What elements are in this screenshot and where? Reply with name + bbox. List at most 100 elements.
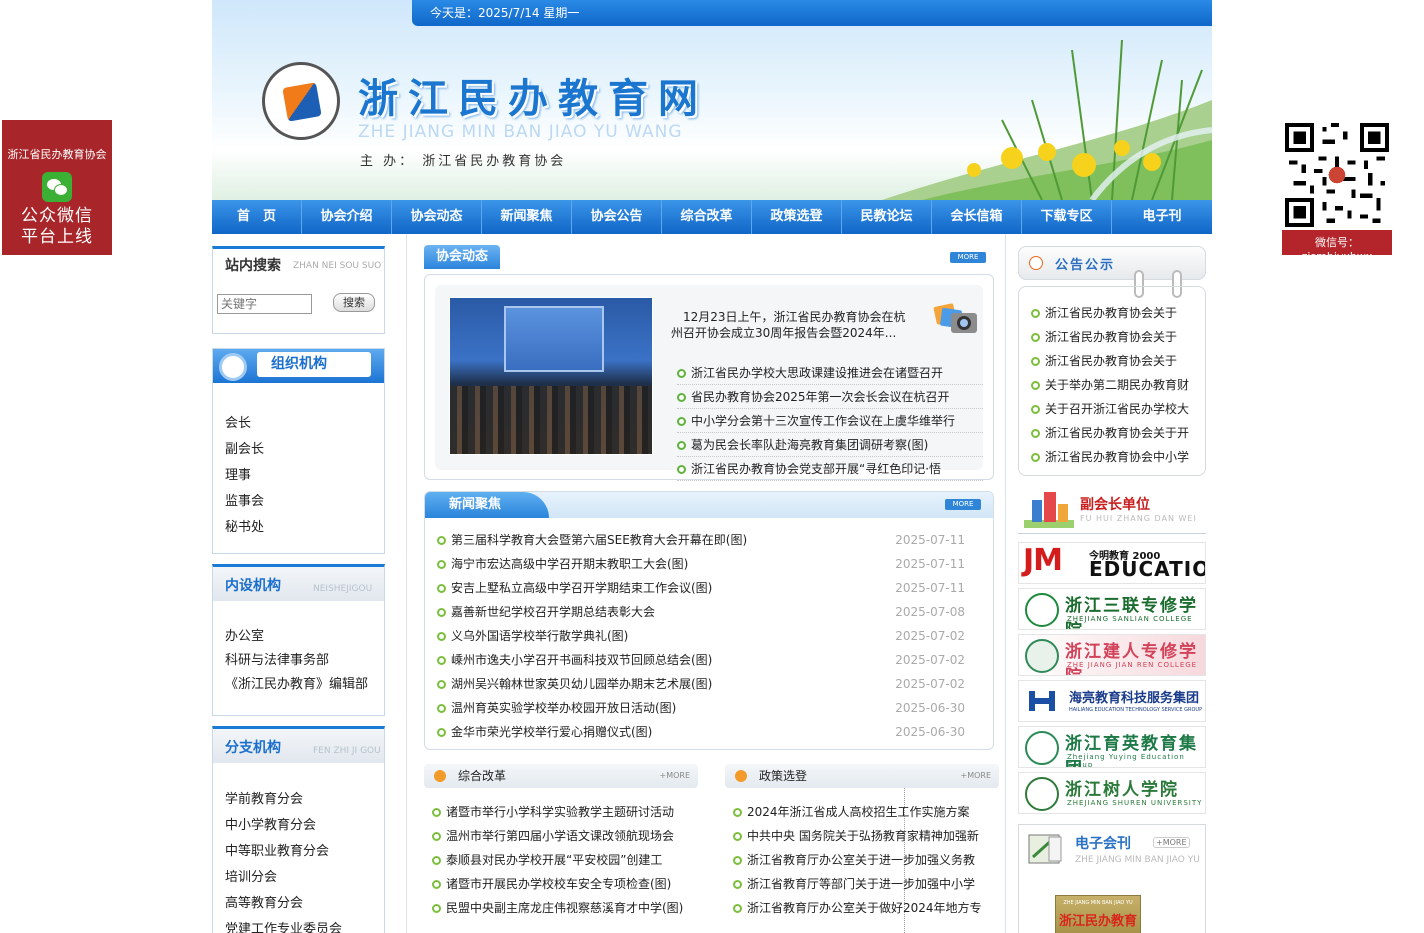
assoc-news-list: 浙江省民办学校大思政课建设推进会在诸暨召开 省民办教育协会2025年第一次会长会… [677, 361, 983, 481]
partner-logo-hailiang[interactable]: 海亮教育科技服务集团 HAILIANG EDUCATION TECHNOLOGY… [1018, 680, 1206, 722]
list-item[interactable]: 省民办教育协会2025年第一次会长会议在杭召开 [677, 385, 983, 409]
nav-announcements[interactable]: 协会公告 [572, 200, 662, 234]
assoc-news-headline[interactable]: 12月23日上午，浙江省民办教育协会在杭州召开协会成立30周年报告会暨2024年… [671, 309, 911, 341]
nav-reform[interactable]: 综合改革 [662, 200, 752, 234]
reform-list: 诸暨市举行小学科学实验教学主题研讨活动 温州市举行第四届小学语文课改领航现场会 … [424, 800, 698, 920]
nav-downloads[interactable]: 下载专区 [1022, 200, 1112, 234]
dept-item[interactable]: 《浙江民办教育》编辑部 [225, 673, 384, 697]
list-item[interactable]: 泰顺县对民办学校开展“平安校园”创建工 [432, 848, 698, 872]
nav-home[interactable]: 首 页 [212, 200, 302, 234]
policy-more-link[interactable]: +MORE [960, 764, 991, 788]
list-item[interactable]: 浙江省民办教育协会关于开 [1031, 421, 1205, 445]
assoc-news-more-button[interactable]: MORE [950, 252, 986, 263]
branch-item[interactable]: 党建工作专业委员会 [225, 917, 384, 933]
list-item[interactable]: 浙江省民办教育协会中小学 [1031, 445, 1205, 469]
list-item[interactable]: 葛为民会长率队赴海亮教育集团调研考察(图) [677, 433, 983, 457]
nav-news-focus[interactable]: 新闻聚焦 [482, 200, 572, 234]
hailiang-logo-icon [1029, 691, 1055, 711]
hailiang-sub: HAILIANG EDUCATION TECHNOLOGY SERVICE GR… [1069, 707, 1203, 713]
list-item[interactable]: 浙江省民办教育协会党支部开展“寻红色印记·悟 [677, 457, 983, 481]
list-item[interactable]: 关于召开浙江省民办学校大 [1031, 397, 1205, 421]
news-row[interactable]: 义乌外国语学校举行散学典礼(图) 2025-07-02 [437, 624, 985, 648]
partner-logo-yuying[interactable]: 浙江育英教育集团 Zhejiang Yuying Education Group [1018, 726, 1206, 768]
list-item[interactable]: 诸暨市举行小学科学实验教学主题研讨活动 [432, 800, 698, 824]
news-row[interactable]: 安吉上墅私立高级中学召开学期结束工作会议(图) 2025-07-11 [437, 576, 985, 600]
sanlian-emblem-icon [1025, 593, 1059, 627]
org-list: 会长 副会长 理事 监事会 秘书处 [213, 411, 384, 541]
internal-departments-header: 内设机构 NEISHEJIGOU [213, 567, 384, 601]
org-item-president[interactable]: 会长 [225, 411, 384, 437]
list-item[interactable]: 中小学分会第十三次宣传工作会议在上虞华维举行 [677, 409, 983, 433]
branch-item[interactable]: 中小学教育分会 [225, 813, 384, 839]
ejournal-more-link[interactable]: +MORE [1153, 837, 1190, 848]
partner-logo-jm-education[interactable]: JM 今明教育 2000 EDUCATION [1018, 542, 1206, 584]
wechat-promo-float[interactable]: 浙江省民办教育协会 公众微信 平台上线 [2, 120, 112, 255]
qr-code-float[interactable]: 微信号：zjsmbjyxhwx [1282, 120, 1392, 263]
branch-item[interactable]: 培训分会 [225, 865, 384, 891]
branch-item[interactable]: 中等职业教育分会 [225, 839, 384, 865]
reform-more-link[interactable]: +MORE [659, 764, 690, 788]
partner-logo-shuren[interactable]: 浙江树人学院 ZHEJIANG SHUREN UNIVERSITY [1018, 772, 1206, 814]
nav-mailbox[interactable]: 会长信箱 [932, 200, 1022, 234]
list-item[interactable]: 中共中央 国务院关于弘扬教育家精神加强新 [733, 824, 999, 848]
shuren-name: 浙江树人学院 [1065, 780, 1179, 800]
dept-item[interactable]: 办公室 [225, 625, 384, 649]
main-nav: 首 页 协会介绍 协会动态 新闻聚焦 协会公告 综合改革 政策选登 民教论坛 会… [212, 200, 1212, 234]
list-item[interactable]: 浙江省民办教育协会关于 [1031, 301, 1205, 325]
nav-policy[interactable]: 政策选登 [752, 200, 842, 234]
list-item[interactable]: 关于举办第二期民办教育财 [1031, 373, 1205, 397]
ejournal-cover[interactable]: ZHE JIANG MIN BAN JIAO YU 浙江民办教育 [1055, 895, 1141, 933]
org-structure-title: 组织机构 [257, 352, 371, 377]
partner-logo-jianren[interactable]: 浙江建人专修学院 ZHE JIANG JIAN REN COLLEGE [1018, 634, 1206, 676]
policy-panel: 政策选登 +MORE 2024年浙江省成人高校招生工作实施方案 中共中央 国务院… [725, 764, 999, 933]
jm-logo-mark: JM [1023, 543, 1063, 578]
yuying-sub: Zhejiang Yuying Education Group [1067, 753, 1185, 768]
list-item[interactable]: 浙江省教育厅等部门关于进一步加强中小学 [733, 872, 999, 896]
org-item-council[interactable]: 理事 [225, 463, 384, 489]
list-item[interactable]: 诸暨市开展民办学校校车安全专项检查(图) [432, 872, 698, 896]
branch-item[interactable]: 高等教育分会 [225, 891, 384, 917]
branch-item[interactable]: 学前教育分会 [225, 787, 384, 813]
nav-ejournal[interactable]: 电子刊 [1112, 200, 1212, 234]
search-button[interactable]: 搜索 [333, 293, 375, 312]
ejournal-cover-en: ZHE JIANG MIN BAN JIAO YU [1063, 900, 1133, 906]
news-row[interactable]: 第三届科学教育大会暨第六届SEE教育大会开幕在即(图) 2025-07-11 [437, 528, 985, 552]
assoc-news-photo[interactable] [449, 297, 653, 455]
jianren-name: 浙江建人专修学院 [1065, 642, 1198, 675]
shuren-sub: ZHEJIANG SHUREN UNIVERSITY [1067, 799, 1203, 807]
search-input[interactable] [217, 294, 312, 314]
list-item[interactable]: 2024年浙江省成人高校招生工作实施方案 [733, 800, 999, 824]
shuren-emblem-icon [1025, 777, 1059, 811]
list-item[interactable]: 浙江省民办教育协会关于 [1031, 325, 1205, 349]
jm-logo-edu: EDUCATION [1089, 557, 1205, 581]
news-row[interactable]: 嵊州市逸夫小学召开书画科技双节回顾总结会(图) 2025-07-02 [437, 648, 985, 672]
news-row[interactable]: 温州育英实验学校举办校园开放日活动(图) 2025-06-30 [437, 696, 985, 720]
promo-association-name: 浙江省民办教育协会 [7, 148, 107, 161]
list-item[interactable]: 民盟中央副主席龙庄伟视察慈溪育才中学(图) [432, 896, 698, 920]
list-item[interactable]: 浙江省民办学校大思政课建设推进会在诸暨召开 [677, 361, 983, 385]
nav-forum[interactable]: 民教论坛 [842, 200, 932, 234]
list-item[interactable]: 浙江省民办教育协会关于 [1031, 349, 1205, 373]
list-item[interactable]: 浙江省教育厅办公室关于进一步加强义务教 [733, 848, 999, 872]
site-search-box: 站内搜索 ZHAN NEI SOU SUO 搜索 [212, 246, 385, 334]
branch-orgs-header: 分支机构 FEN ZHI JI GOU [213, 729, 384, 763]
org-item-secretariat[interactable]: 秘书处 [225, 515, 384, 541]
left-sidebar: 站内搜索 ZHAN NEI SOU SUO 搜索 组织机构 会长 副会长 理事 … [212, 246, 385, 933]
notice-bell-icon [1029, 256, 1043, 270]
news-row[interactable]: 金华市荣光学校举行爱心捐赠仪式(图) 2025-06-30 [437, 720, 985, 744]
nav-about[interactable]: 协会介绍 [302, 200, 392, 234]
news-row[interactable]: 湖州吴兴翰林世家英贝幼儿园举办期末艺术展(图) 2025-07-02 [437, 672, 985, 696]
org-item-vice-president[interactable]: 副会长 [225, 437, 384, 463]
partner-logo-sanlian[interactable]: 浙江三联专修学院 ZHEJIANG SANLIAN COLLEGE [1018, 588, 1206, 630]
news-focus-list: 第三届科学教育大会暨第六届SEE教育大会开幕在即(图) 2025-07-11 海宁… [437, 528, 985, 744]
org-item-supervisors[interactable]: 监事会 [225, 489, 384, 515]
news-focus-more-button[interactable]: MORE [945, 499, 981, 510]
dept-item[interactable]: 科研与法律事务部 [225, 649, 384, 673]
list-item[interactable]: 浙江省教育厅办公室关于做好2024年地方专 [733, 896, 999, 920]
buildings-icon [1024, 492, 1074, 528]
list-item[interactable]: 温州市举行第四届小学语文课改领航现场会 [432, 824, 698, 848]
nav-news-assoc[interactable]: 协会动态 [392, 200, 482, 234]
news-row[interactable]: 海宁市宏达高级中学召开期末教职工大会(图) 2025-07-11 [437, 552, 985, 576]
sanlian-name: 浙江三联专修学院 [1065, 596, 1198, 629]
news-row[interactable]: 嘉善新世纪学校召开学期总结表彰大会 2025-07-08 [437, 600, 985, 624]
